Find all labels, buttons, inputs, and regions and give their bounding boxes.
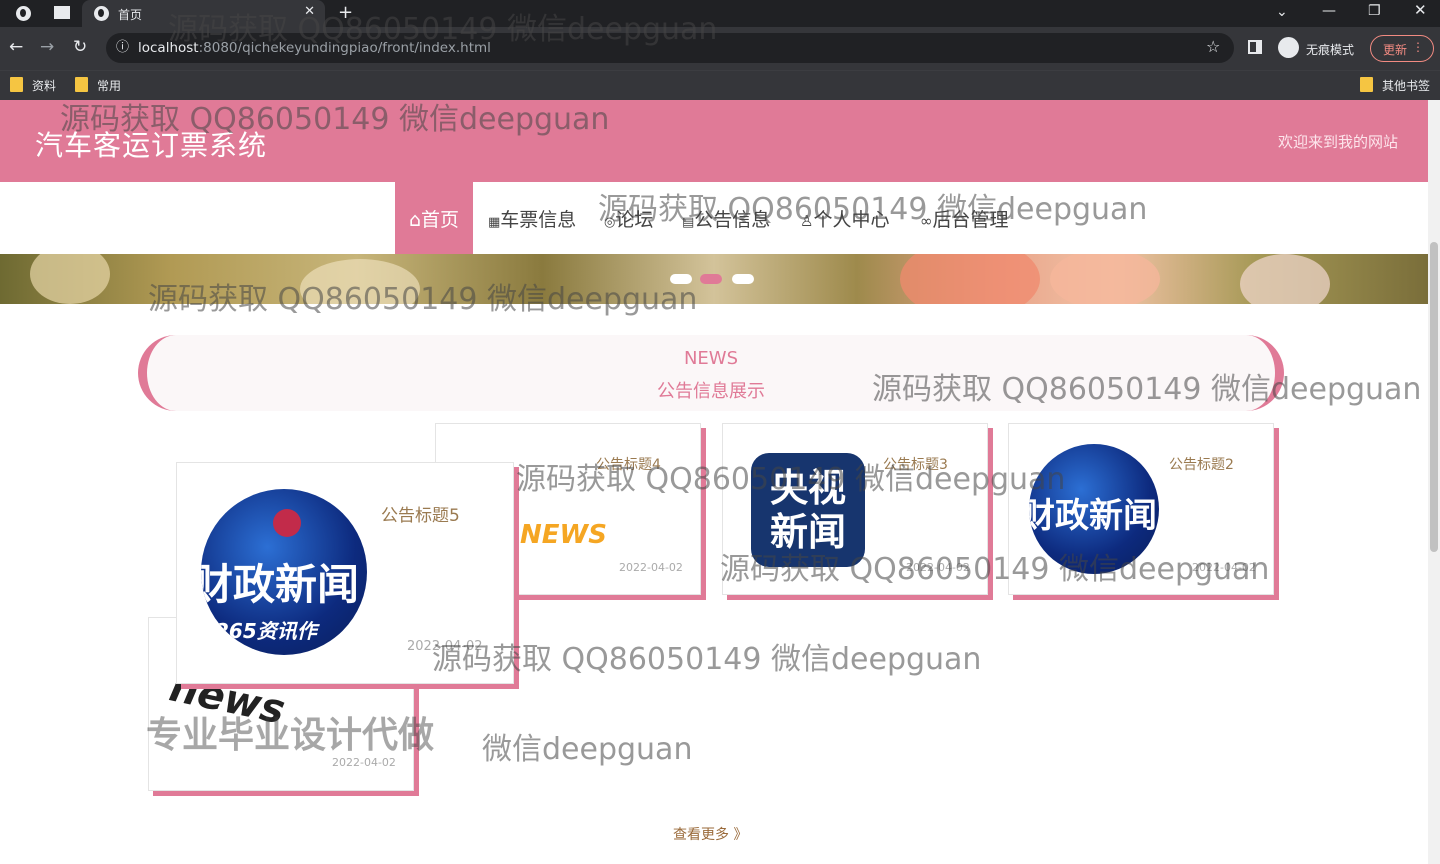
banner-flower-shape: [1050, 254, 1160, 304]
back-icon[interactable]: ←: [9, 39, 23, 56]
news-card-hovered[interactable]: 财政新闻 265资讯作 公告标题5 2022-04-02: [176, 462, 514, 684]
news-3d-image: NEWS: [520, 520, 607, 550]
page-scrollbar[interactable]: [1428, 100, 1440, 864]
side-panel-icon[interactable]: [1248, 40, 1262, 54]
scrollbar-thumb[interactable]: [1430, 242, 1438, 552]
nav-item-forum[interactable]: ◎论坛: [604, 182, 653, 254]
tab-close-icon[interactable]: ✕: [304, 4, 315, 19]
update-label: 更新: [1383, 43, 1408, 57]
finance-image-subtext: 265资讯作: [215, 619, 317, 643]
browser-toolbar: ← → ↻ ⓘ localhost:8080/qichekeyundingpia…: [0, 27, 1440, 70]
site-header: 汽车客运订票系统 欢迎来到我的网站: [0, 100, 1428, 182]
more-menu-icon: ⋮: [1412, 40, 1424, 54]
banner-flower-shape: [1240, 254, 1330, 304]
bookmark-star-icon[interactable]: ☆: [1206, 39, 1220, 55]
news-card[interactable]: 财政新闻 公告标题2 2022-04-02: [1008, 423, 1274, 595]
minimize-icon[interactable]: —: [1322, 4, 1336, 18]
card-title: 公告标题2: [1169, 457, 1234, 473]
finance-news-image: 财政新闻: [1029, 444, 1159, 574]
news-title-en: NEWS: [683, 348, 739, 369]
nav-item-home[interactable]: ⌂首页: [395, 182, 473, 254]
card-date: 2022-04-02: [1192, 561, 1256, 574]
close-window-icon[interactable]: ✕: [1414, 3, 1427, 18]
carousel-dot-2[interactable]: [700, 274, 722, 284]
main-nav: ⌂首页 ▦车票信息 ◎论坛 ▤公告信息 ♙个人中心 ∞后台管理: [0, 182, 1428, 254]
incognito-icon: [1278, 37, 1299, 58]
finance-image-text: 财政新闻: [201, 560, 360, 609]
card-date: 2022-04-02: [407, 639, 483, 654]
tab-favicon-icon: [94, 6, 109, 21]
cursor-highlight: [273, 509, 301, 537]
grid-icon: ▦: [488, 215, 501, 230]
watermark: 源码获取 QQ86050149 微信deepguan: [432, 642, 982, 677]
url-text: localhost:8080/qichekeyundingpiao/front/…: [138, 40, 491, 56]
link-icon: ∞: [920, 212, 933, 230]
card-date: 2022-04-02: [906, 561, 970, 574]
nav-label: 个人中心: [813, 209, 890, 231]
bookmarks-bar: 资料 常用 其他书签: [0, 70, 1440, 100]
incognito-label: 无痕模式: [1306, 43, 1355, 57]
forum-icon: ◎: [604, 215, 616, 230]
view-more-link[interactable]: 查看更多 》: [673, 824, 747, 844]
welcome-text: 欢迎来到我的网站: [1277, 133, 1398, 151]
card-title: 公告标题3: [883, 457, 948, 473]
new-tab-icon[interactable]: +: [338, 4, 353, 22]
news-title-cn: 公告信息展示: [657, 381, 765, 402]
site-info-icon[interactable]: ⓘ: [116, 41, 129, 54]
other-bookmarks[interactable]: 其他书签: [1360, 77, 1430, 94]
tab-title: 首页: [118, 8, 143, 22]
banner-flower-shape: [300, 259, 420, 304]
news-card[interactable]: 央视 新闻 公告标题3 2022-04-02: [722, 423, 988, 595]
nav-label: 首页: [421, 209, 460, 231]
browser-menu-icon[interactable]: [16, 6, 31, 21]
card-title: 公告标题4: [596, 457, 661, 473]
tab-search-icon[interactable]: [54, 6, 70, 19]
nav-item-profile[interactable]: ♙个人中心: [800, 182, 889, 254]
document-icon: ▤: [682, 215, 695, 230]
incognito-indicator[interactable]: 无痕模式: [1276, 33, 1360, 63]
nav-label: 论坛: [615, 209, 654, 231]
user-icon: ♙: [800, 212, 814, 230]
tab-list-chevron-icon[interactable]: ⌄: [1276, 5, 1288, 19]
card-title: 公告标题5: [381, 506, 460, 526]
news-section-header: NEWS 公告信息展示: [138, 335, 1284, 411]
banner-carousel[interactable]: [0, 254, 1428, 304]
nav-label: 车票信息: [500, 209, 577, 231]
nav-label: 后台管理: [932, 209, 1009, 231]
browser-tab-bar: 首页 ✕ + ⌄ — ❐ ✕: [0, 0, 1440, 27]
nav-item-admin[interactable]: ∞后台管理: [920, 182, 1009, 254]
home-icon: ⌂: [408, 209, 422, 231]
nav-item-notices[interactable]: ▤公告信息: [682, 182, 770, 254]
reload-icon[interactable]: ↻: [73, 39, 87, 56]
carousel-dot-1[interactable]: [670, 274, 692, 284]
carousel-dot-3[interactable]: [732, 274, 754, 284]
nav-item-tickets[interactable]: ▦车票信息: [488, 182, 576, 254]
overlay-suffix: 微信deepguan: [482, 732, 693, 767]
forward-icon[interactable]: →: [40, 39, 54, 56]
bookmark-folder-1[interactable]: 资料: [10, 77, 56, 94]
finance-image-text: 财政新闻: [1029, 496, 1157, 536]
browser-tab[interactable]: 首页 ✕: [82, 0, 325, 27]
finance-news-image: 财政新闻 265资讯作: [201, 489, 367, 655]
banner-flower-shape: [30, 254, 110, 304]
address-bar[interactable]: ⓘ localhost:8080/qichekeyundingpiao/fron…: [106, 33, 1234, 63]
bookmark-folder-2[interactable]: 常用: [75, 77, 121, 94]
overlay-text: 专业毕业设计代做: [146, 715, 435, 756]
restore-icon[interactable]: ❐: [1368, 4, 1381, 18]
banner-flower-shape: [900, 254, 1040, 304]
card-date: 2022-04-02: [619, 561, 683, 574]
site-title: 汽车客运订票系统: [35, 129, 268, 162]
update-button[interactable]: 更新 ⋮: [1370, 35, 1434, 62]
cctv-news-image: 央视 新闻: [751, 453, 865, 567]
nav-label: 公告信息: [694, 209, 771, 231]
